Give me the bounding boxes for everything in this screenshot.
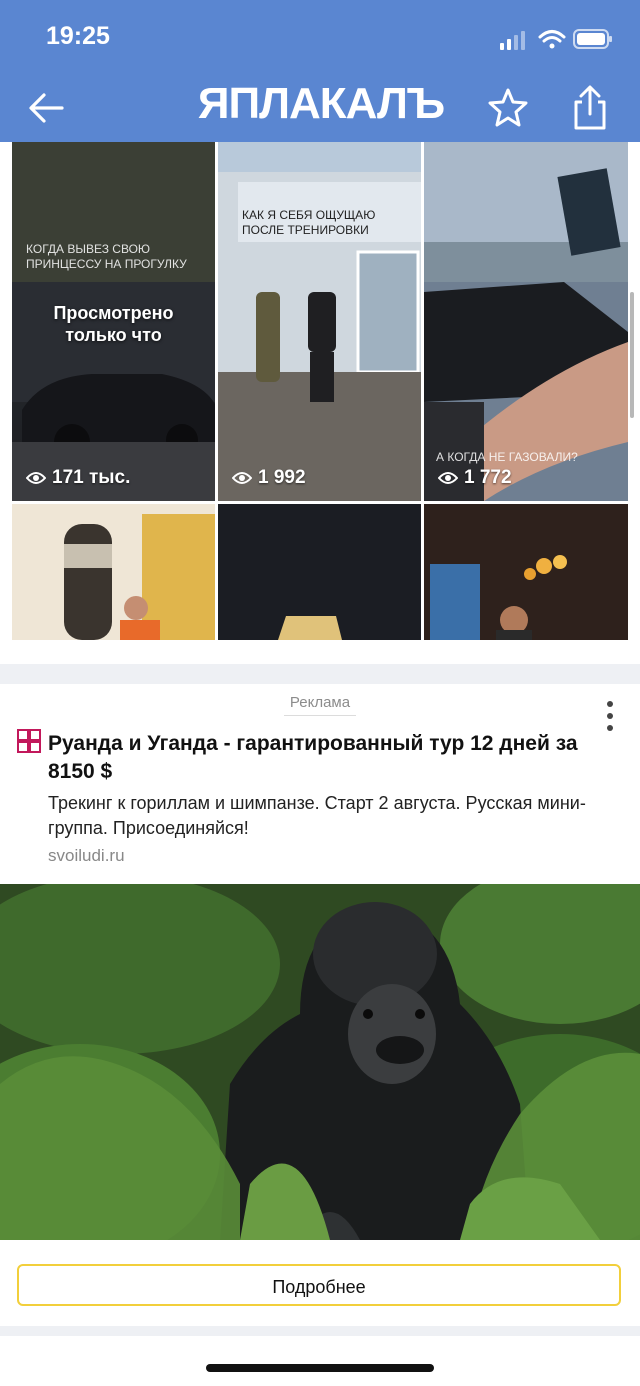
signal-icon <box>500 31 525 50</box>
advertiser-favicon-icon <box>17 729 41 753</box>
video-caption: КАК Я СЕБЯ ОЩУЩАЮ ПОСЛЕ ТРЕНИРОВКИ <box>242 208 376 237</box>
home-indicator[interactable] <box>206 1364 434 1372</box>
views-count: 1 772 <box>464 467 512 488</box>
video-tile[interactable]: КАК Я СЕБЯ ОЩУЩАЮ ПОСЛЕ ТРЕНИРОВКИ 1 992 <box>218 142 421 501</box>
status-icons <box>500 29 612 50</box>
section-separator <box>0 664 640 684</box>
eye-icon <box>26 472 46 484</box>
scrollbar[interactable] <box>630 292 634 418</box>
wifi-icon <box>538 30 566 49</box>
more-options-icon[interactable] <box>600 698 620 738</box>
ad-image[interactable] <box>0 884 640 1240</box>
more-details-button[interactable]: Подробнее <box>17 1264 621 1306</box>
video-caption: А КОГДА НЕ ГАЗОВАЛИ? <box>436 450 578 464</box>
video-tile[interactable]: КОГДА ВЫВЕЗ СВОЮ ПРИНЦЕССУ НА ПРОГУЛКУ П… <box>12 142 215 501</box>
views-count: 1 992 <box>258 467 306 488</box>
gorilla-photo <box>0 884 640 1240</box>
status-time: 19:25 <box>46 22 110 50</box>
battery-icon <box>573 29 612 49</box>
ad-domain[interactable]: svoiludi.ru <box>48 846 125 866</box>
views-count: 171 тыс. <box>52 467 131 488</box>
ad-label: Реклама <box>284 694 356 716</box>
video-tile[interactable] <box>218 504 421 640</box>
video-thumbnail <box>424 142 628 501</box>
video-thumbnail <box>12 504 215 640</box>
app-header: 19:25 ЯПЛАКАЛЪ <box>0 0 640 142</box>
section-separator <box>0 1326 640 1336</box>
video-thumbnail <box>218 504 421 640</box>
ad-description: Трекинг к гориллам и шимпанзе. Старт 2 а… <box>48 793 586 838</box>
video-tile[interactable]: А КОГДА НЕ ГАЗОВАЛИ? 1 772 <box>424 142 628 501</box>
views-counter: 1 772 <box>438 467 512 489</box>
favorite-star-icon[interactable] <box>486 86 530 130</box>
back-arrow-icon[interactable] <box>24 86 68 130</box>
share-icon[interactable] <box>568 84 612 132</box>
video-thumbnail <box>218 142 421 501</box>
views-counter: 1 992 <box>232 467 306 489</box>
views-counter: 171 тыс. <box>26 467 130 489</box>
video-tile[interactable] <box>12 504 215 640</box>
eye-icon <box>232 472 252 484</box>
eye-icon <box>438 472 458 484</box>
site-logo[interactable]: ЯПЛАКАЛЪ <box>190 80 452 128</box>
video-thumbnail <box>424 504 628 640</box>
watched-overlay: Просмотрено только что <box>53 303 174 345</box>
ad-title[interactable]: Руанда и Уганда - гарантированный тур 12… <box>48 730 588 786</box>
video-caption: КОГДА ВЫВЕЗ СВОЮ ПРИНЦЕССУ НА ПРОГУЛКУ <box>26 242 187 271</box>
video-grid: КОГДА ВЫВЕЗ СВОЮ ПРИНЦЕССУ НА ПРОГУЛКУ П… <box>12 142 628 640</box>
video-tile[interactable] <box>424 504 628 640</box>
